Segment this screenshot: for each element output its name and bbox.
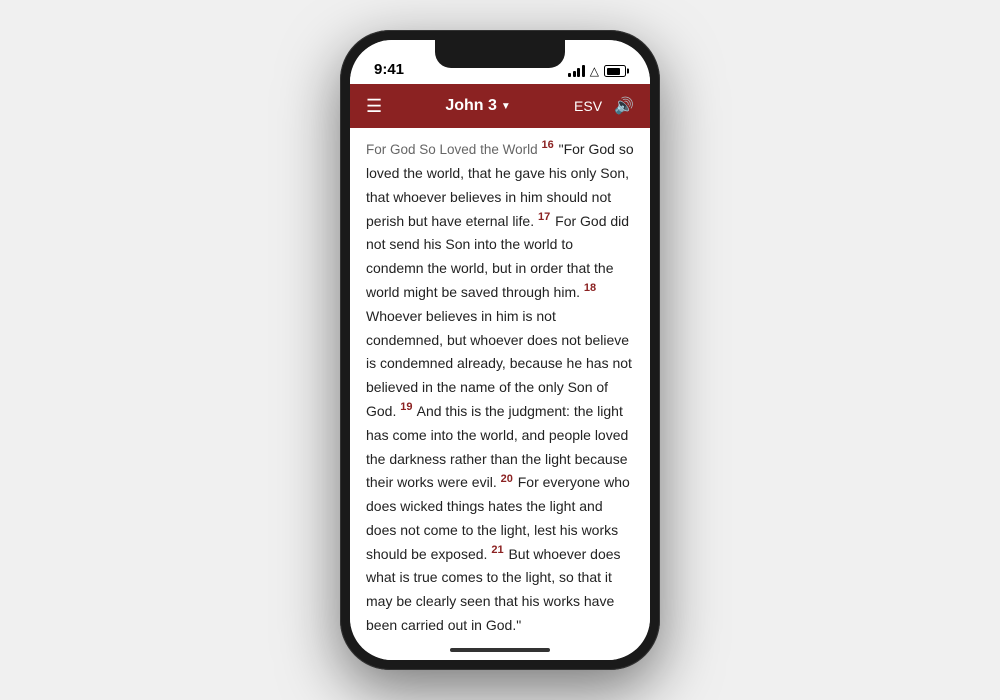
home-bar [450, 648, 550, 652]
wifi-icon: △ [590, 64, 599, 78]
verse-num-18: 18 [584, 282, 596, 294]
bible-content[interactable]: For God So Loved the World 16 "For God s… [350, 128, 650, 640]
status-time: 9:41 [374, 61, 404, 78]
menu-icon[interactable]: ☰ [366, 96, 382, 117]
nav-title[interactable]: John 3 ▼ [445, 97, 510, 115]
home-indicator [350, 640, 650, 660]
chevron-down-icon: ▼ [501, 101, 511, 112]
verse-num-19: 19 [400, 401, 412, 413]
translation-label[interactable]: ESV [574, 98, 602, 114]
verse-num-21: 21 [491, 544, 503, 556]
battery-icon [604, 65, 626, 77]
partial-header-text: For God So Loved the World [366, 142, 538, 157]
nav-right: ESV 🔊 [574, 96, 634, 116]
verse-18: 18 Whoever believes in him is not condem… [366, 284, 632, 419]
verse-num-17: 17 [538, 211, 550, 223]
verse-num-20: 20 [501, 473, 513, 485]
bible-text: For God So Loved the World 16 "For God s… [366, 138, 634, 640]
status-icons: △ [568, 64, 626, 78]
phone-device: 9:41 △ ☰ John 3 ▼ ESV 🔊 [340, 30, 660, 670]
chapter-label: John 3 [445, 97, 497, 115]
phone-screen: 9:41 △ ☰ John 3 ▼ ESV 🔊 [350, 40, 650, 660]
battery-fill [607, 68, 621, 75]
audio-icon[interactable]: 🔊 [614, 96, 634, 116]
signal-icon [568, 65, 585, 77]
phone-notch [435, 40, 565, 68]
nav-bar: ☰ John 3 ▼ ESV 🔊 [350, 84, 650, 128]
verse-num-16: 16 [541, 139, 553, 151]
